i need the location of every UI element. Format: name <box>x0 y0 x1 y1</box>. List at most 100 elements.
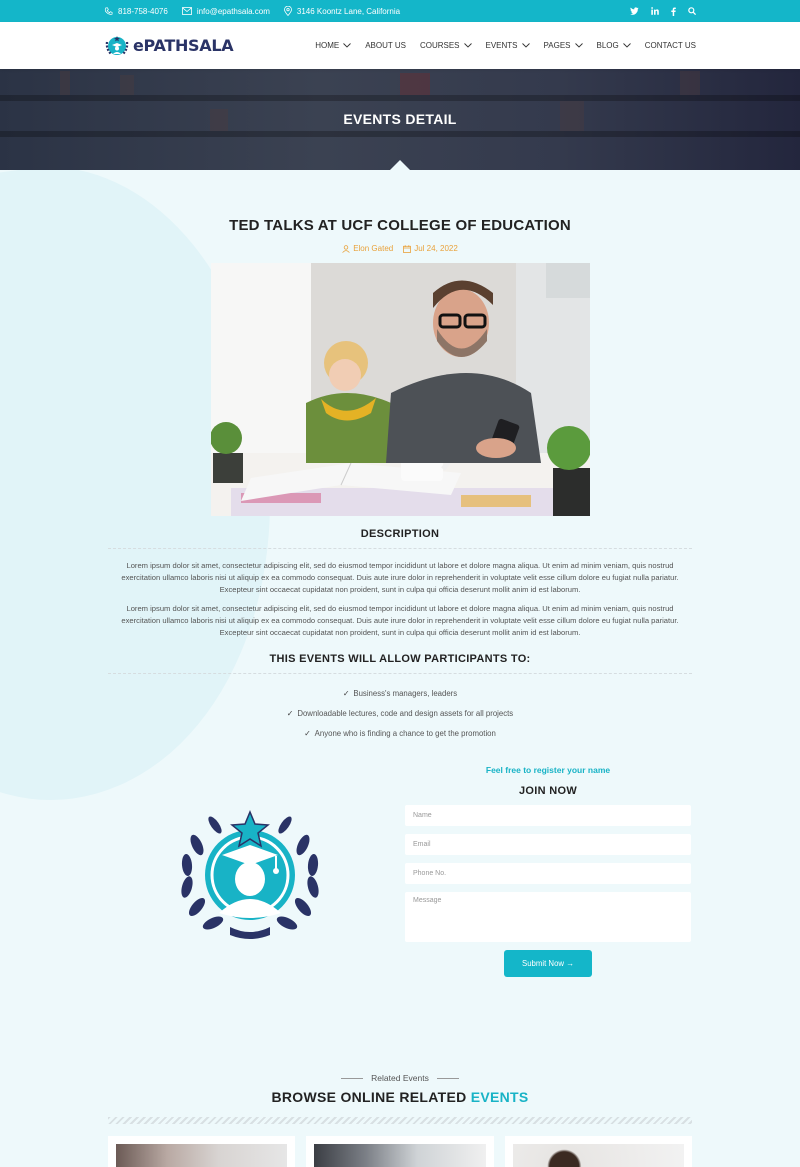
event-author[interactable]: Elon Gated <box>342 244 393 253</box>
address-item: 3146 Koontz Lane, California <box>283 6 401 16</box>
nav-label: CONTACT US <box>644 41 696 50</box>
nav-item-home[interactable]: HOME <box>315 41 352 50</box>
nav-label: EVENTS <box>485 41 518 50</box>
nav-label: PAGES <box>543 41 571 50</box>
description-paragraph: Lorem ipsum dolor sit amet, consectetur … <box>121 561 679 594</box>
description-heading: DESCRIPTION <box>360 528 440 540</box>
phone-icon <box>104 7 113 15</box>
nav-item-pages[interactable]: PAGES <box>544 41 583 50</box>
nav-item-about-us[interactable]: ABOUT US <box>365 41 406 50</box>
event-title: TED TALKS AT UCF COLLEGE OF EDUCATION <box>229 217 571 234</box>
graduate-emblem <box>175 805 325 945</box>
name-field[interactable]: Name <box>405 805 691 826</box>
participants-list: ✓ Business's managers, leaders ✓ Downloada… <box>0 684 800 744</box>
email-text: info@epathsala.com <box>196 6 270 16</box>
chevron-down-icon <box>521 43 530 48</box>
event-card[interactable] <box>504 1136 692 1167</box>
calendar-icon <box>403 244 412 253</box>
join-form: Feel free to register your name JOIN NOW… <box>405 765 691 977</box>
hero-shelf <box>0 95 800 101</box>
linkedin-icon[interactable] <box>651 7 659 15</box>
chevron-down-icon <box>463 43 472 48</box>
twitter-icon[interactable] <box>630 7 639 15</box>
related-title-main: BROWSE ONLINE RELATED <box>271 1089 471 1105</box>
hero-shelf <box>0 131 800 137</box>
event-photo-illustration <box>210 263 590 516</box>
section-divider <box>108 548 692 549</box>
mail-icon <box>181 7 192 15</box>
nav-label: ABOUT US <box>365 41 406 50</box>
hero-book <box>60 71 70 95</box>
date-text: Jul 24, 2022 <box>414 244 458 253</box>
check-icon: ✓ <box>304 729 311 738</box>
event-date: Jul 24, 2022 <box>403 244 458 253</box>
search-icon[interactable] <box>688 7 696 15</box>
top-bar: 818-758-4076 info@epathsala.com 3146 Koo… <box>0 0 800 22</box>
page-title: EVENTS DETAIL <box>343 111 457 127</box>
join-heading: JOIN NOW <box>518 785 577 797</box>
description-paragraph: Lorem ipsum dolor sit amet, consectetur … <box>121 604 679 637</box>
event-image <box>210 263 590 516</box>
nav-item-blog[interactable]: BLOG <box>597 41 631 50</box>
event-card-image <box>116 1144 288 1167</box>
phone-field[interactable]: Phone No. <box>405 863 691 884</box>
address-text: 3146 Koontz Lane, California <box>296 6 401 16</box>
list-item: ✓ Business's managers, leaders <box>0 684 800 704</box>
main-menu: HOME ABOUT US COURSES EVENTS PAGES BLOG … <box>315 41 696 50</box>
divider-line <box>436 1077 459 1079</box>
chevron-down-icon <box>574 43 583 48</box>
nav-label: HOME <box>315 41 340 50</box>
list-item-text: Business's managers, leaders <box>353 689 458 698</box>
name-placeholder: Name <box>413 812 432 819</box>
author-name: Elon Gated <box>353 244 394 253</box>
chevron-down-icon <box>343 43 352 48</box>
graduate-emblem-icon <box>181 810 319 939</box>
related-subtitle: Related Events <box>371 1073 429 1083</box>
phone-link[interactable]: 818-758-4076 <box>104 6 168 16</box>
nav-label: COURSES <box>419 41 460 50</box>
nav-item-contact-us[interactable]: CONTACT US <box>645 41 696 50</box>
chevron-down-icon <box>622 43 631 48</box>
list-item: ✓ Anyone who is finding a chance to get t… <box>0 724 800 744</box>
logo-emblem-icon <box>105 35 129 55</box>
hero-book <box>120 75 134 95</box>
event-card[interactable] <box>306 1136 494 1167</box>
event-card-image <box>314 1144 486 1167</box>
related-events-cards <box>108 1136 692 1167</box>
nav-item-courses[interactable]: COURSES <box>420 41 472 50</box>
facebook-icon[interactable] <box>671 7 676 16</box>
list-item-text: Downloadable lectures, code and design a… <box>297 709 514 718</box>
brand-logo[interactable]: ePATHSALA <box>104 33 234 59</box>
section-divider <box>108 673 692 674</box>
related-title-accent: EVENTS <box>470 1089 529 1105</box>
location-pin-icon <box>283 6 292 16</box>
brand-name: ePATHSALA <box>133 36 234 55</box>
hero-notch <box>390 160 410 170</box>
join-section: Feel free to register your name JOIN NOW… <box>0 765 800 1025</box>
related-events-section: Related Events BROWSE ONLINE RELATED EVE… <box>0 1073 800 1167</box>
nav-item-events[interactable]: EVENTS <box>486 41 530 50</box>
event-meta: Elon Gated Jul 24, 2022 <box>0 244 800 253</box>
phone-text: 818-758-4076 <box>118 6 168 16</box>
event-detail-content: TED TALKS AT UCF COLLEGE OF EDUCATION El… <box>0 217 800 1167</box>
event-card[interactable] <box>108 1136 296 1167</box>
email-field[interactable]: Email <box>405 834 691 855</box>
list-item-text: Anyone who is finding a chance to get th… <box>314 729 496 738</box>
event-card-image <box>512 1144 684 1167</box>
page-hero-banner: EVENTS DETAIL <box>0 69 800 170</box>
message-placeholder: Message <box>413 897 442 904</box>
email-link[interactable]: info@epathsala.com <box>181 6 270 16</box>
user-icon <box>342 244 350 253</box>
nav-label: BLOG <box>596 41 619 50</box>
message-field[interactable]: Message <box>405 892 691 942</box>
participants-heading: THIS EVENTS WILL ALLOW PARTICIPANTS TO: <box>269 653 531 665</box>
related-subtitle-row: Related Events <box>0 1073 800 1083</box>
join-tagline: Feel free to register your name <box>485 765 611 775</box>
related-title: BROWSE ONLINE RELATED EVENTS <box>0 1089 800 1105</box>
email-placeholder: Email <box>413 841 431 848</box>
hero-book <box>680 71 700 95</box>
check-icon: ✓ <box>286 709 294 718</box>
divider-line <box>341 1077 364 1079</box>
submit-button[interactable]: Submit Now → <box>504 950 592 977</box>
hero-book <box>400 73 430 95</box>
